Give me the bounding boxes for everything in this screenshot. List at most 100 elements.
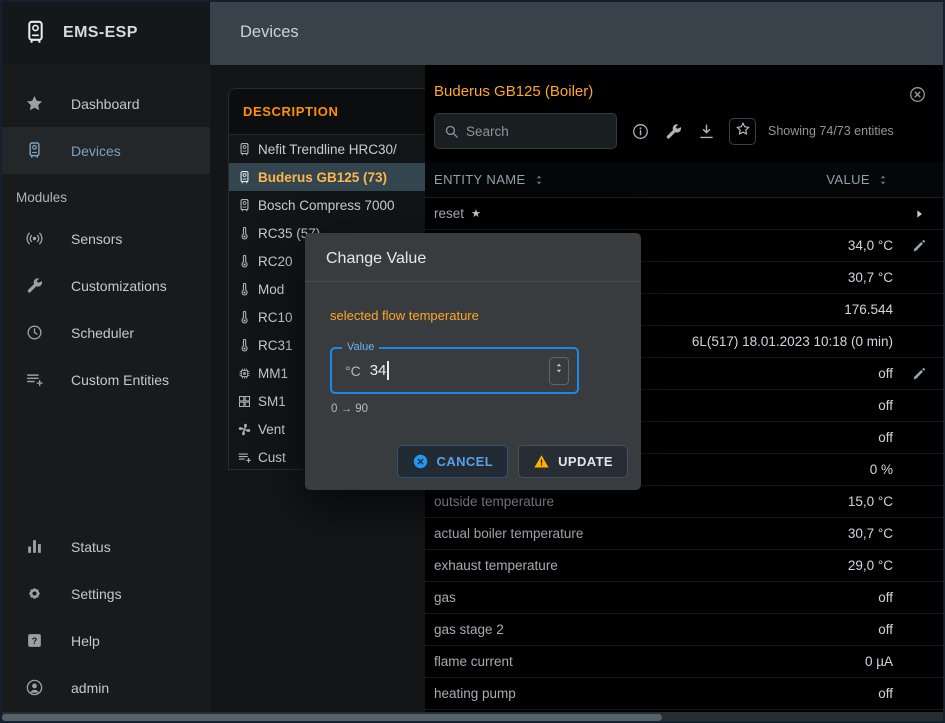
download-icon[interactable]: [697, 122, 716, 141]
entity-row[interactable]: gasoff: [425, 582, 945, 614]
entity-row[interactable]: reset★: [425, 198, 945, 230]
value-range-hint: 0 → 90: [331, 403, 641, 415]
entity-toolbar: Showing 74/73 entities: [434, 111, 945, 151]
sidebar-item-label: Devices: [71, 143, 121, 159]
device-name: SM1: [258, 394, 286, 409]
entity-row[interactable]: heating pumpoff: [425, 678, 945, 710]
horizontal-scrollbar[interactable]: [0, 712, 945, 723]
sidebar-item-sensors[interactable]: Sensors: [0, 215, 210, 262]
value-column-header[interactable]: VALUE: [826, 172, 890, 187]
value-input-text: 34: [370, 362, 387, 379]
device-name: Vent: [258, 422, 285, 437]
cancel-button[interactable]: CANCEL: [397, 445, 509, 478]
sort-icon: [532, 173, 546, 187]
grid-icon: [237, 394, 252, 409]
gear-icon: [25, 584, 44, 603]
entity-name: heating pump: [434, 686, 516, 701]
dialog-actions: CANCEL UPDATE: [397, 445, 628, 478]
sidebar-item-label: Customizations: [71, 278, 167, 294]
device-name: Buderus GB125 (73): [258, 170, 387, 185]
search-input-wrapper: [434, 113, 617, 149]
entity-name-column-header[interactable]: ENTITY NAME: [434, 172, 546, 187]
chart-icon: [25, 537, 44, 556]
star-icon: [25, 94, 44, 113]
sidebar-item-custom-entities[interactable]: Custom Entities: [0, 356, 210, 403]
entity-name-column-label: ENTITY NAME: [434, 172, 526, 187]
entity-value: 176.544: [844, 302, 893, 317]
sidebar-item-label: Custom Entities: [71, 372, 169, 388]
pencil-icon[interactable]: [893, 238, 945, 254]
value-unit: °C: [345, 363, 361, 379]
sort-icon: [876, 173, 890, 187]
sidebar-item-help[interactable]: ? Help: [0, 617, 210, 664]
entity-value: 30,7 °C: [848, 526, 893, 541]
favorites-filter-button[interactable]: [729, 118, 756, 145]
sidebar-item-customizations[interactable]: Customizations: [0, 262, 210, 309]
entity-value: off: [878, 430, 893, 445]
sidebar-item-label: Dashboard: [71, 96, 140, 112]
info-icon[interactable]: [631, 122, 650, 141]
sidebar-item-devices[interactable]: Devices: [0, 127, 210, 174]
device-name: Mod: [258, 282, 284, 297]
entity-value: off: [878, 366, 893, 381]
entity-name: flame current: [434, 654, 513, 669]
sidebar-item-dashboard[interactable]: Dashboard: [0, 80, 210, 127]
device-name: Cust: [258, 450, 286, 465]
entity-row[interactable]: flame current0 µA: [425, 646, 945, 678]
boiler-icon: [237, 142, 252, 157]
sidebar-item-admin[interactable]: admin: [0, 664, 210, 711]
favorite-star-icon: ★: [471, 207, 481, 220]
sidebar: DashboardDevices Modules SensorsCustomiz…: [0, 65, 210, 723]
maintenance-wrench-icon[interactable]: [664, 122, 683, 141]
entity-row[interactable]: actual boiler temperature 30,7 °C: [425, 518, 945, 550]
app-title: EMS-ESP: [63, 24, 138, 42]
entity-table-header: ENTITY NAME VALUE: [425, 162, 945, 198]
text-cursor: [387, 361, 389, 380]
entity-row[interactable]: exhaust temperature29,0 °C: [425, 550, 945, 582]
entity-name: outside temperature: [434, 494, 554, 509]
number-stepper[interactable]: [549, 357, 569, 385]
sidebar-item-status[interactable]: Status: [0, 523, 210, 570]
device-name: RC31: [258, 338, 293, 353]
page-title: Devices: [240, 23, 299, 42]
topbar: EMS-ESP Devices: [0, 0, 945, 65]
cancel-circle-icon: [412, 453, 429, 470]
sidebar-item-label: Status: [71, 539, 111, 555]
sidebar-item-label: Help: [71, 633, 100, 649]
close-icon[interactable]: [908, 85, 927, 104]
svg-text:?: ?: [32, 636, 38, 646]
device-name: Bosch Compress 7000: [258, 198, 395, 213]
entity-value: 34,0 °C: [848, 238, 893, 253]
thermostat-icon: [237, 338, 252, 353]
entity-row[interactable]: outside temperature15,0 °C: [425, 486, 945, 518]
entity-name: actual boiler temperature: [434, 526, 583, 541]
fan-icon: [237, 422, 252, 437]
thermostat-icon: [237, 282, 252, 297]
update-button[interactable]: UPDATE: [518, 445, 628, 478]
pencil-icon[interactable]: [893, 366, 945, 382]
cancel-button-label: CANCEL: [437, 454, 494, 469]
update-button-label: UPDATE: [558, 454, 613, 469]
search-input[interactable]: [466, 124, 596, 139]
sidebar-item-scheduler[interactable]: Scheduler: [0, 309, 210, 356]
app-brand: EMS-ESP: [0, 0, 210, 65]
scrollbar-thumb[interactable]: [2, 714, 662, 721]
chevron-right-icon[interactable]: [893, 206, 945, 222]
help-icon: ?: [25, 631, 44, 650]
change-value-dialog: Change Value selected flow temperature V…: [305, 233, 641, 490]
sensors-icon: [25, 229, 44, 248]
person-icon: [25, 678, 44, 697]
device-name: RC10: [258, 310, 293, 325]
sidebar-item-settings[interactable]: Settings: [0, 570, 210, 617]
entity-value: off: [878, 622, 893, 637]
entity-value: 29,0 °C: [848, 558, 893, 573]
value-input[interactable]: Value °C 34: [330, 347, 579, 394]
device-name: Nefit Trendline HRC30/: [258, 142, 397, 157]
entity-name: gas stage 2: [434, 622, 504, 637]
boiler-icon: [25, 141, 44, 160]
entity-row[interactable]: gas stage 2 off: [425, 614, 945, 646]
module-icon: [237, 366, 252, 381]
sidebar-item-label: Scheduler: [71, 325, 134, 341]
entity-value: 0 %: [870, 462, 893, 477]
dialog-title: Change Value: [305, 233, 641, 282]
